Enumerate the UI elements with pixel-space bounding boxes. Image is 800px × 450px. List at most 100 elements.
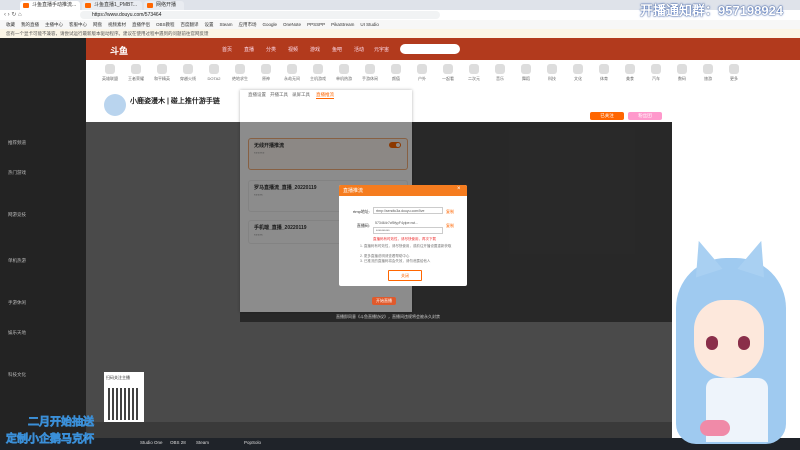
bookmark-item[interactable]: 我的直播 (21, 20, 39, 29)
category-icon (573, 64, 583, 74)
fan-club-button[interactable]: 粉丝团 (628, 112, 662, 120)
sidebar-section[interactable]: 单机热游 (8, 258, 26, 264)
bookmark-item[interactable]: 视频素材 (108, 20, 126, 29)
nav-item[interactable]: 视频 (288, 46, 298, 53)
follow-button[interactable]: 已关注 (590, 112, 624, 120)
site-search-input[interactable] (400, 44, 460, 54)
category-item[interactable]: 一起看 (434, 64, 462, 82)
qr-label: 扫码关注主播 (106, 375, 130, 380)
category-item[interactable]: 汽车 (642, 64, 670, 82)
start-stream-button[interactable]: 开始直播 (372, 297, 396, 305)
tab-favicon-icon (147, 3, 153, 8)
bookmark-item[interactable]: 应用市场 (239, 20, 257, 29)
bookmark-item[interactable]: 收藏 (6, 20, 15, 29)
category-item[interactable]: 文化 (564, 64, 592, 82)
streamer-avatar[interactable] (104, 94, 126, 116)
sidebar-section[interactable]: 推荐频道 (8, 140, 26, 146)
nav-item[interactable]: 分类 (266, 46, 276, 53)
nav-item[interactable]: 元宇宙 (374, 46, 389, 53)
category-item[interactable]: 美食 (616, 64, 644, 82)
category-item[interactable]: 更多 (720, 64, 748, 82)
taskbar-app[interactable]: OBS 28 (170, 440, 186, 445)
tab-push-stream[interactable]: 直播推流 (316, 92, 334, 99)
taskbar-app[interactable]: Steam (196, 440, 209, 445)
sidebar-section[interactable]: 科技文化 (8, 372, 26, 378)
category-item[interactable]: 数码 (668, 64, 696, 82)
close-icon[interactable]: × (457, 186, 461, 192)
vtuber-left-eye (706, 336, 718, 350)
tab-stream-tools[interactable]: 开播工具 (270, 92, 288, 98)
category-icon (105, 64, 115, 74)
browser-tab[interactable]: 网络开播 (144, 1, 184, 10)
category-icon (651, 64, 661, 74)
bookmark-item[interactable]: OBS教程 (156, 20, 175, 29)
nav-item[interactable]: 直播 (244, 46, 254, 53)
category-item[interactable]: 王者荣耀 (122, 64, 150, 82)
nav-item[interactable]: 首页 (222, 46, 232, 53)
category-icon (157, 64, 167, 74)
nav-item[interactable]: 活动 (354, 46, 364, 53)
category-label: 单机热游 (336, 76, 352, 81)
bookmark-item[interactable]: 客服中心 (69, 20, 87, 29)
category-item[interactable]: DOTA2 (200, 64, 228, 81)
bookmark-item[interactable]: UI Studio (360, 20, 379, 29)
stream-key-field[interactable]: ********** (373, 227, 443, 234)
category-label: 旅游 (704, 76, 712, 81)
bookmark-item[interactable]: 网盘 (93, 20, 102, 29)
nav-item[interactable]: 鱼吧 (332, 46, 342, 53)
category-item[interactable]: 舞蹈 (512, 64, 540, 82)
url-input[interactable]: https://www.douyu.com/573464 (80, 11, 440, 19)
bookmark-item[interactable]: Steam (220, 20, 233, 29)
back-icon[interactable]: ‹ › ↻ ⌂ (4, 11, 22, 18)
category-icon (495, 64, 505, 74)
sidebar-section[interactable]: 娱乐天地 (8, 330, 26, 336)
category-item[interactable]: 二次元 (460, 64, 488, 82)
vtuber-right-eye (738, 336, 750, 350)
bookmark-item[interactable]: PikaStream (331, 20, 354, 29)
category-item[interactable]: 单机热游 (330, 64, 358, 82)
rtmp-address-field[interactable]: rtmp://sendtc3a.douyu.com/live (373, 207, 443, 214)
tab-stream-settings[interactable]: 直播设置 (248, 92, 266, 98)
category-label: 绝地求生 (232, 76, 248, 81)
category-item[interactable]: 科技 (538, 64, 566, 82)
browser-tab[interactable]: 斗鱼直播手动推流... (20, 1, 80, 10)
bookmark-item[interactable]: OneNote (283, 20, 301, 29)
category-item[interactable]: 音乐 (486, 64, 514, 82)
category-item[interactable]: 手游休闲 (356, 64, 384, 82)
site-logo[interactable]: 斗鱼 (110, 44, 128, 57)
copy-key-button[interactable]: 复制 (446, 223, 454, 229)
category-item[interactable]: 颜值 (382, 64, 410, 82)
bookmark-item[interactable]: 直播伴侣 (132, 20, 150, 29)
category-label: 永劫无间 (284, 76, 300, 81)
game-controller-icon (700, 420, 730, 436)
nav-item[interactable]: 游戏 (310, 46, 320, 53)
sidebar-section[interactable]: 网游竞技 (8, 212, 26, 218)
category-item[interactable]: 和平精英 (148, 64, 176, 82)
category-item[interactable]: 绝地求生 (226, 64, 254, 82)
category-item[interactable]: 永劫无间 (278, 64, 306, 82)
taskbar-app[interactable]: Studio One (140, 440, 163, 445)
bookmark-item[interactable]: Google (263, 20, 278, 29)
category-item[interactable]: 英雄联盟 (96, 64, 124, 82)
copy-rtmp-button[interactable]: 复制 (446, 209, 454, 215)
category-item[interactable]: 户外 (408, 64, 436, 82)
category-item[interactable]: 主机游戏 (304, 64, 332, 82)
category-item[interactable]: 体育 (590, 64, 618, 82)
bookmark-item[interactable]: PPSSPP (307, 20, 325, 29)
category-label: 手游休闲 (362, 76, 378, 81)
bookmark-item[interactable]: 设置 (205, 20, 214, 29)
dialog-close-button[interactable]: 关闭 (388, 270, 422, 281)
stream-key-value: 573464r7cf5fyyF4ylpe=wt... (373, 220, 443, 227)
bookmark-item[interactable]: 百度翻译 (181, 20, 199, 29)
category-item[interactable]: 穿越火线 (174, 64, 202, 82)
category-label: 美食 (626, 76, 634, 81)
category-label: 二次元 (468, 76, 480, 81)
tab-record-tools[interactable]: 录屏工具 (292, 92, 310, 98)
category-item[interactable]: 旅游 (694, 64, 722, 82)
browser-tab[interactable]: 斗鱼直播1_PMBT... (82, 1, 142, 10)
sidebar-section[interactable]: 热门游戏 (8, 170, 26, 176)
sidebar-section[interactable]: 手游休闲 (8, 300, 26, 306)
bookmark-item[interactable]: 主播中心 (45, 20, 63, 29)
category-item[interactable]: 原神 (252, 64, 280, 82)
taskbar-app[interactable]: PopSolo (244, 440, 261, 445)
